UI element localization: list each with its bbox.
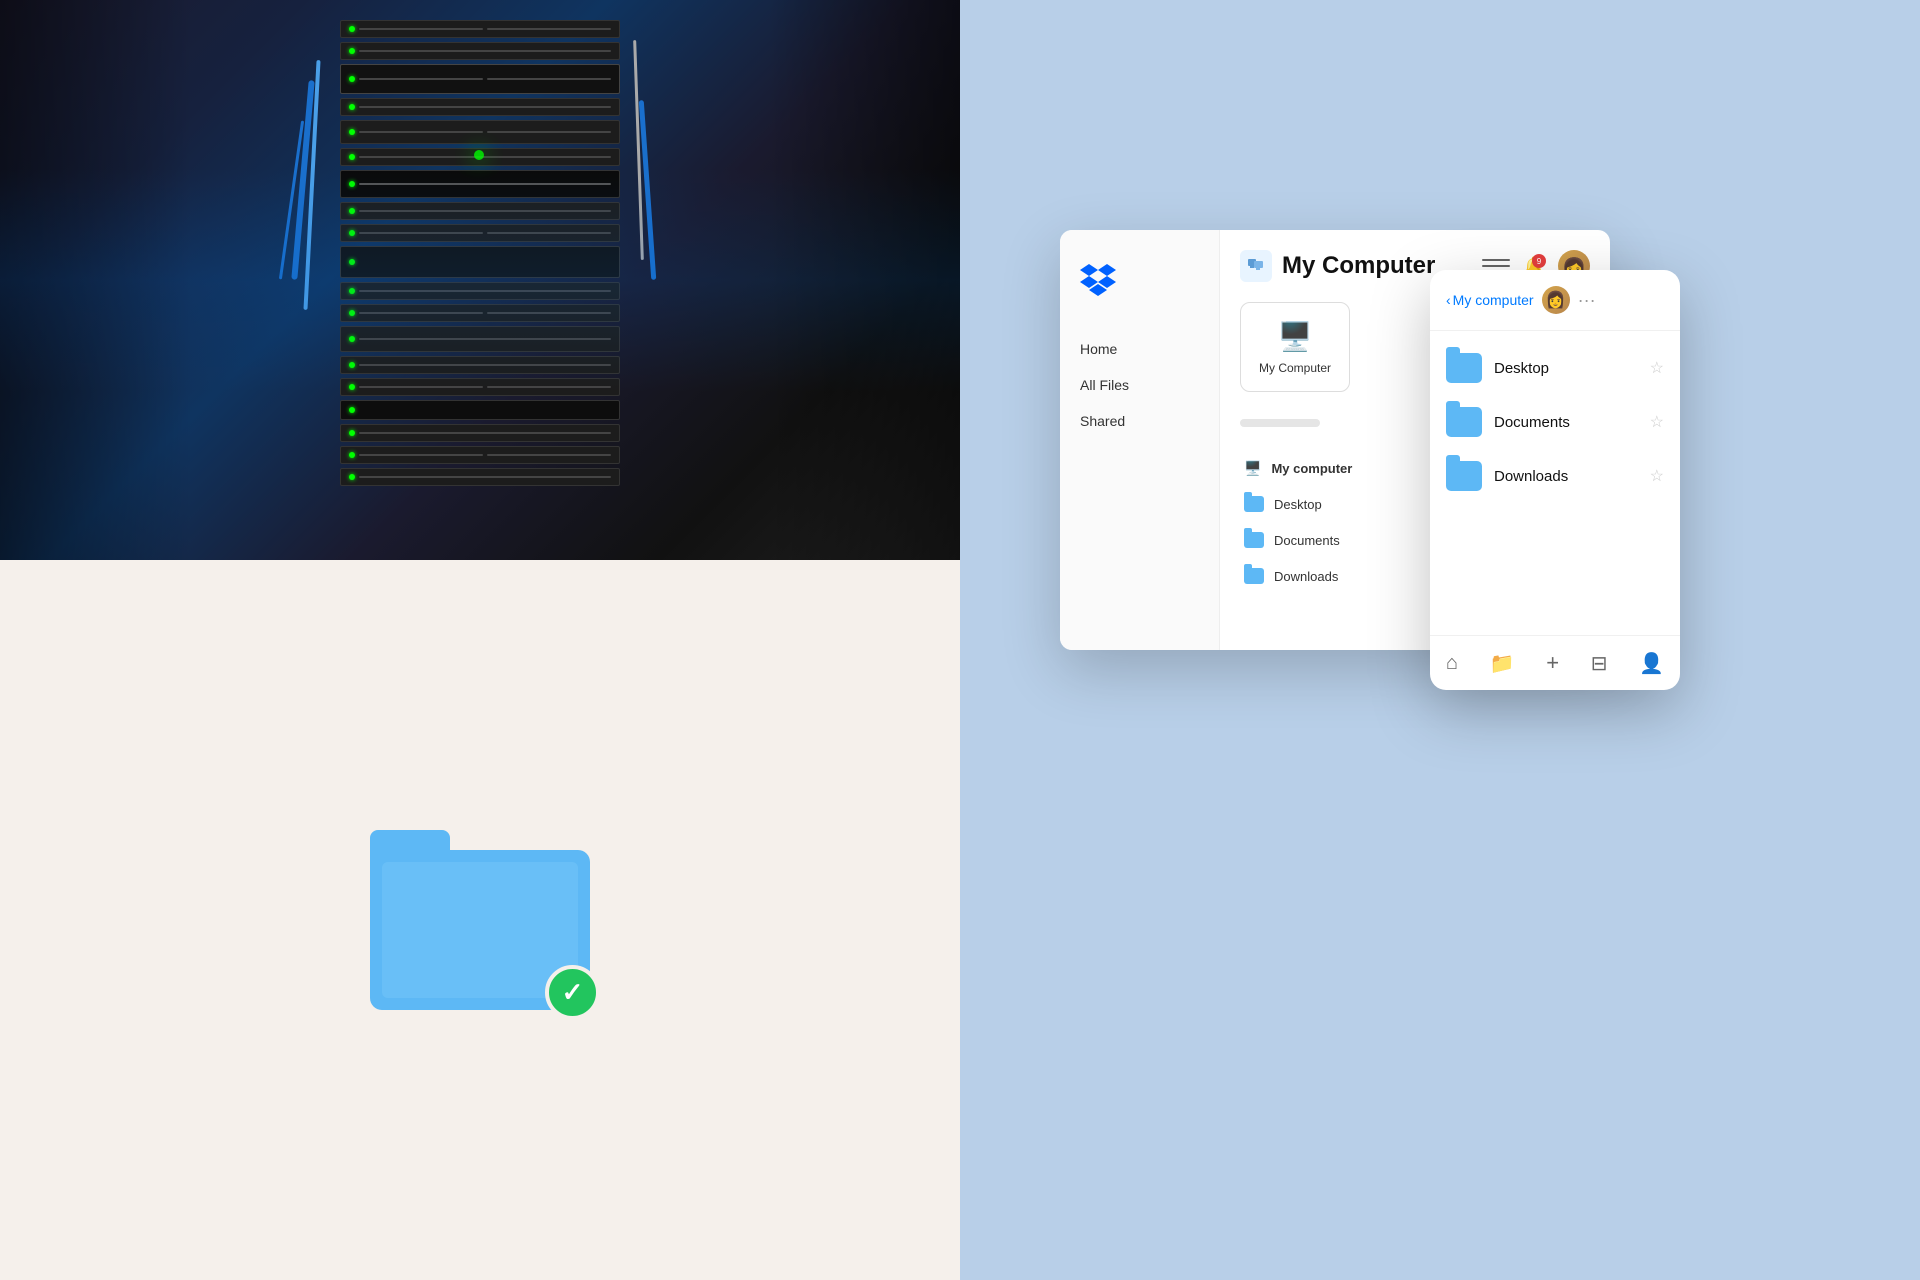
back-button[interactable]: ‹ My computer: [1446, 292, 1534, 308]
folder-tab: [370, 830, 450, 852]
star-icon-desktop[interactable]: ☆: [1650, 358, 1664, 378]
secondary-user-avatar[interactable]: 👩: [1542, 286, 1570, 314]
star-icon-documents[interactable]: ☆: [1650, 412, 1664, 432]
computer-small-icon: 🖥️: [1244, 460, 1261, 477]
folder-body: [370, 850, 590, 1010]
star-icon-downloads[interactable]: ☆: [1650, 466, 1664, 486]
hamburger-line-2: [1482, 265, 1510, 267]
left-panel: [0, 0, 960, 1280]
window-title: My Computer: [1282, 252, 1435, 280]
secondary-folder-icon-desktop: [1446, 353, 1482, 383]
my-computer-card[interactable]: 🖥️ My Computer: [1240, 302, 1350, 392]
hamburger-line-1: [1482, 259, 1510, 261]
back-chevron-icon: ‹: [1446, 292, 1451, 308]
sidebar-item-all-files[interactable]: All Files: [1060, 367, 1219, 403]
bottom-grid-button[interactable]: ⊟: [1583, 647, 1616, 680]
window-title-row: My Computer: [1240, 250, 1435, 282]
more-options-button[interactable]: ···: [1578, 290, 1596, 311]
server-image: [0, 0, 960, 560]
bottom-home-button[interactable]: ⌂: [1438, 648, 1466, 679]
sidebar-item-shared[interactable]: Shared: [1060, 403, 1219, 439]
computer-card-label: My Computer: [1259, 361, 1331, 375]
sidebar: Home All Files Shared: [1060, 230, 1220, 650]
folder-icon-documents: [1244, 532, 1264, 548]
sidebar-item-home[interactable]: Home: [1060, 331, 1219, 367]
dropbox-logo: [1060, 260, 1219, 331]
secondary-documents-label: Documents: [1494, 414, 1638, 431]
secondary-header: ‹ My computer 👩 ···: [1430, 270, 1680, 331]
secondary-downloads-label: Downloads: [1494, 468, 1638, 485]
secondary-panel: ‹ My computer 👩 ··· Desktop ☆ Documents …: [1430, 270, 1680, 690]
bottom-files-button[interactable]: 📁: [1482, 647, 1523, 680]
secondary-desktop-label: Desktop: [1494, 360, 1638, 377]
bottom-profile-button[interactable]: 👤: [1631, 647, 1672, 680]
search-placeholder: [1240, 419, 1320, 427]
secondary-bottom-nav: ⌂ 📁 + ⊟ 👤: [1430, 635, 1680, 690]
back-label: My computer: [1453, 292, 1534, 308]
secondary-folder-icon-downloads: [1446, 461, 1482, 491]
folder-icon-downloads: [1244, 568, 1264, 584]
secondary-downloads-row[interactable]: Downloads ☆: [1430, 449, 1680, 503]
secondary-file-list: Desktop ☆ Documents ☆ Downloads ☆: [1430, 331, 1680, 635]
checkmark-badge: [545, 965, 600, 1020]
cables-overlay: [0, 0, 960, 560]
computer-group-icon: [1240, 250, 1272, 282]
folder-with-checkmark: [370, 820, 590, 1020]
dropbox-logo-icon: [1080, 260, 1116, 296]
secondary-desktop-row[interactable]: Desktop ☆: [1430, 341, 1680, 395]
my-computer-label: My computer: [1271, 461, 1352, 476]
bottom-panel: [0, 560, 960, 1280]
secondary-avatar-face: 👩: [1546, 290, 1566, 310]
secondary-documents-row[interactable]: Documents ☆: [1430, 395, 1680, 449]
monitor-icon: 🖥️: [1278, 320, 1313, 353]
folder-icon-desktop: [1244, 496, 1264, 512]
notification-badge: 9: [1532, 254, 1546, 268]
bottom-add-button[interactable]: +: [1538, 646, 1567, 680]
led-indicator: [474, 150, 484, 160]
right-panel: Home All Files Shared: [960, 0, 1920, 1280]
secondary-folder-icon-documents: [1446, 407, 1482, 437]
